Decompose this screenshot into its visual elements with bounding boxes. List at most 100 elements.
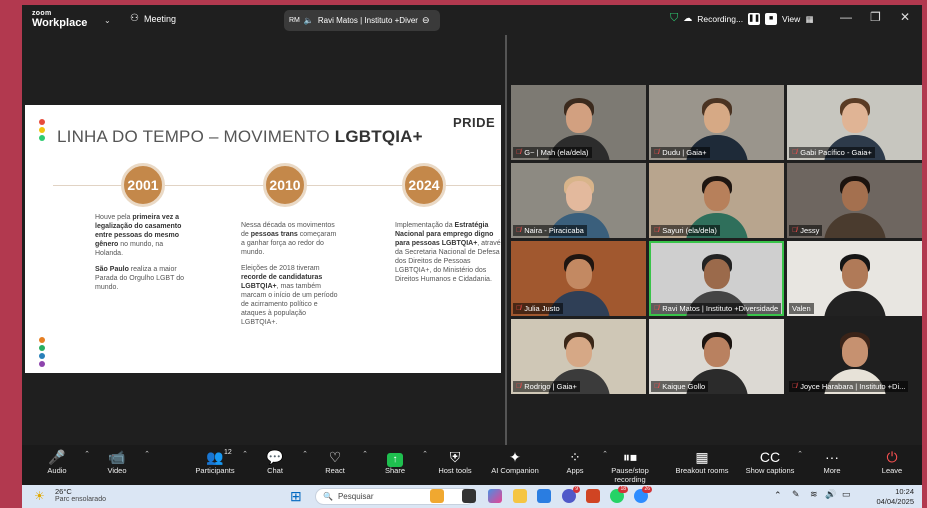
clock-date[interactable]: 04/04/2025 [860,497,914,506]
chevron-down-icon[interactable]: ⌄ [104,16,111,25]
pause-stop-recording-button[interactable]: ⏸⏹ Pause/stop recording [595,448,665,484]
participant-name-tag: 🎙̸ Joyce Harabara | Instituto +Di... [789,381,909,392]
participant-tile[interactable]: 🎙̸ Joyce Harabara | Instituto +Di... [787,319,922,394]
mic-muted-icon: 🎙̸ [516,149,522,156]
breakout-rooms-icon: ▦ [695,449,709,465]
participant-face [703,103,730,133]
minimize-icon[interactable]: — [840,10,852,24]
task-view-icon[interactable] [462,489,476,503]
participant-name: Joyce Harabara | Instituto +Di... [800,382,906,391]
timeline-highlight: São Paulo [95,266,129,273]
participant-tile[interactable]: 🎙̸ Dudu | Gaia+ [649,85,784,160]
participant-tile[interactable]: 🎙̸ Ravi Matos | Instituto +Diversidade [649,241,784,316]
participant-tile[interactable]: 🎙̸ G~ | Mah (ela/dela) [511,85,646,160]
participant-name-tag: 🎙̸ Naira - Piracicaba [513,225,587,236]
year-badge-2010: 2010 [263,163,307,207]
powerpoint-icon[interactable] [586,489,600,503]
participant-name-tag: 🎙̸ Dudu | Gaia+ [651,147,710,158]
video-button[interactable]: 📹 ⌃ Video [82,448,152,475]
participant-tile[interactable]: 🎙̸ Rodrigo | Gaia+ [511,319,646,394]
copilot-icon[interactable] [488,489,502,503]
mic-muted-icon: 🎙̸ [792,227,798,234]
participant-name: Valen [792,304,811,313]
color-dot [39,135,45,141]
meeting-label: Meeting [143,13,176,24]
whatsapp-icon[interactable]: 18 [610,486,628,503]
mic-muted-icon: 🎙̸ [654,383,660,390]
pride-logo: PRIDE [453,115,496,130]
timeline-paragraph: São Paulo realiza a maior Parada do Orgu… [95,265,193,292]
wifi-icon[interactable]: ≋ [810,489,818,500]
mic-muted-icon: 🎙̸ [654,305,660,312]
participant-tile[interactable]: 🎙̸ Julia Justo [511,241,646,316]
pause-recording-icon[interactable]: ❚❚ [748,12,761,25]
color-dots-bottom [39,337,45,369]
recording-indicator: ⛉ ☁ Recording... ❚❚ ■ [670,12,778,25]
windows-taskbar: ☀ 26°C Parc ensolarado ⊞ 🔍 Pesquisar 9 1… [22,485,922,508]
caret-up-icon[interactable]: ⌃ [144,450,150,458]
close-icon[interactable]: ✕ [900,10,910,24]
participant-tile[interactable]: 🎙̸ Kaique Gollo [649,319,784,394]
pen-icon[interactable]: ✎ [792,489,800,500]
participant-tile[interactable]: Valen [787,241,922,316]
volume-icon[interactable]: 🔊 [825,489,836,500]
participant-tile[interactable]: 🎙̸ Naira - Piracicaba [511,163,646,238]
zoom-app-icon[interactable]: 26 [634,486,652,503]
participant-name: G~ | Mah (ela/dela) [524,148,589,157]
meeting-menu[interactable]: ⚇ Meeting [130,13,176,24]
leave-button[interactable]: ⏻ Leave [857,448,922,475]
windows-start-icon[interactable]: ⊞ [290,488,302,505]
participant-tile[interactable]: 🎙̸ Sayuri (ela/dela) [649,163,784,238]
view-button[interactable]: View ▦ [782,14,814,25]
mic-muted-icon: 🎙̸ [654,227,660,234]
participant-name: Kaique Gollo [662,382,706,391]
weather-temp[interactable]: 26°C [55,487,72,496]
show-captions-label: Show captions [745,466,795,475]
speaker-initials: RM [289,17,300,24]
clock-time[interactable]: 10:24 [872,487,914,496]
mic-muted-icon: 🎙̸ [654,149,660,156]
participant-name: Ravi Matos | Instituto +Diversidade [662,304,779,313]
show-captions-button[interactable]: CC ⌃ Show captions [735,448,805,475]
edge-icon[interactable] [537,489,551,503]
timeline-text: Implementação da [395,222,455,229]
taskbar-search[interactable]: 🔍 Pesquisar [315,488,475,505]
shield-check-icon: ⛉ [670,12,679,24]
participant-face [565,337,592,367]
mic-muted-icon: 🎙̸ [792,149,798,156]
active-speaker-pill[interactable]: RM 🔈 Ravi Matos | Instituto +Diver ⊖ [284,10,440,31]
stop-recording-icon[interactable]: ■ [765,12,778,25]
participant-name: Sayuri (ela/dela) [662,226,717,235]
year-badge-2001: 2001 [121,163,165,207]
ai-companion-label: AI Companion [491,466,539,475]
slide-title-bold: LGBTQIA+ [334,127,423,146]
video-label: Video [107,466,127,475]
more-icon[interactable]: ⊖ [422,15,430,26]
participant-name-tag: 🎙̸ Gabi Pacífico - Gaia+ [789,147,875,158]
restore-icon[interactable]: ❐ [870,10,881,24]
cloud-icon: ☁ [683,13,693,23]
chevron-up-icon[interactable]: ⌃ [774,490,782,501]
year-badge-2024: 2024 [402,163,446,207]
color-dot [39,127,45,133]
color-dots-top [39,119,45,143]
participant-name-tag: Valen [789,303,814,314]
teams-icon[interactable]: 9 [562,486,580,503]
split-divider[interactable] [505,35,507,445]
pause-stop-recording-icon: ⏸⏹ [623,449,637,465]
widgets-icon[interactable] [430,489,444,503]
participant-face [841,337,868,367]
weather-desc[interactable]: Parc ensolarado [55,496,106,503]
participant-tile[interactable]: 🎙̸ Jessy [787,163,922,238]
breakout-rooms-button[interactable]: ▦ Breakout rooms [667,448,737,475]
recording-label: Recording... [697,13,744,24]
participant-name-tag: 🎙̸ G~ | Mah (ela/dela) [513,147,592,158]
file-explorer-icon[interactable] [513,489,527,503]
mic-muted-icon: 🎙̸ [516,305,522,312]
host-tools-label: Host tools [438,466,472,475]
shared-slide: LINHA DO TEMPO – MOVIMENTO LGBTQIA+ PRID… [25,105,501,373]
participant-face [841,181,868,211]
participant-tile[interactable]: 🎙̸ Gabi Pacífico - Gaia+ [787,85,922,160]
participant-count: 12 [224,449,232,456]
battery-icon[interactable]: ▭ [842,489,851,500]
